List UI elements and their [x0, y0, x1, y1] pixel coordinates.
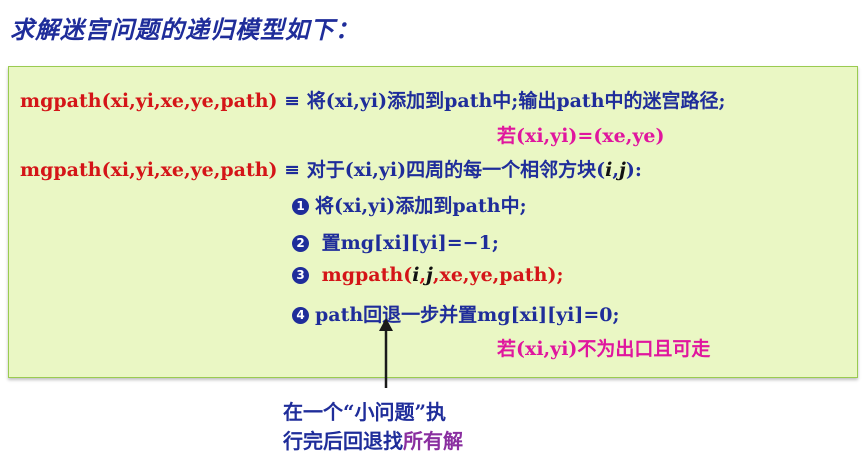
rule2-lhs: mgpath(xi,yi,xe,ye,path) [20, 159, 278, 181]
note-highlight: 所有解 [403, 429, 463, 453]
step-1: 1 将(xi,yi)添加到path中; [292, 191, 527, 218]
step-var-j: j [426, 264, 433, 286]
step-text: 将(xi,yi)添加到path中; [315, 195, 527, 217]
step-text: 置mg[xi][yi]=−1; [315, 232, 499, 254]
rule2-var-j: j [618, 159, 626, 181]
rule2-rhs-suffix: ): [625, 159, 642, 181]
rule2-condition: 若(xi,yi)不为出口且可走 [497, 338, 711, 360]
step-text-suffix: ,xe,ye,path); [432, 264, 564, 286]
step-number-badge: 2 [292, 235, 309, 252]
rule2-equiv: ≡ [277, 159, 307, 181]
step-number-badge: 3 [292, 267, 309, 284]
rule1-line: mgpath(xi,yi,xe,ye,path) ≡ 将(xi,yi)添加到pa… [20, 86, 726, 113]
note-line-1: 在一个“小问题”执 [283, 400, 447, 424]
page-title: 求解迷宫问题的递归模型如下： [10, 15, 360, 44]
step-number-badge: 4 [292, 307, 309, 324]
step-4: 4 path回退一步并置mg[xi][yi]=0; [292, 300, 620, 327]
rule1-rhs: 将(xi,yi)添加到path中;输出path中的迷宫路径; [306, 90, 726, 112]
rule1-lhs: mgpath(xi,yi,xe,ye,path) [20, 90, 278, 112]
rule1-condition: 若(xi,yi)=(xe,ye) [497, 125, 665, 147]
up-arrow-icon [379, 318, 393, 388]
note-line-2-prefix: 行完后回退找 [283, 429, 403, 453]
step-text: path回退一步并置mg[xi][yi]=0; [315, 304, 620, 326]
rule2-rhs-comma: , [612, 159, 619, 181]
note-line-2: 行完后回退找所有解 [283, 425, 463, 454]
step-2: 2 置mg[xi][yi]=−1; [292, 228, 499, 255]
step-number-badge: 1 [292, 198, 309, 215]
rule1-equiv: ≡ [277, 90, 307, 112]
rule2-rhs-prefix: 对于(xi,yi)四周的每一个相邻方块( [306, 159, 606, 181]
rule2-line: mgpath(xi,yi,xe,ye,path) ≡ 对于(xi,yi)四周的每… [20, 155, 642, 182]
step-text-prefix: mgpath( [315, 264, 413, 286]
step-3: 3 mgpath(i,j,xe,ye,path); [292, 264, 564, 286]
